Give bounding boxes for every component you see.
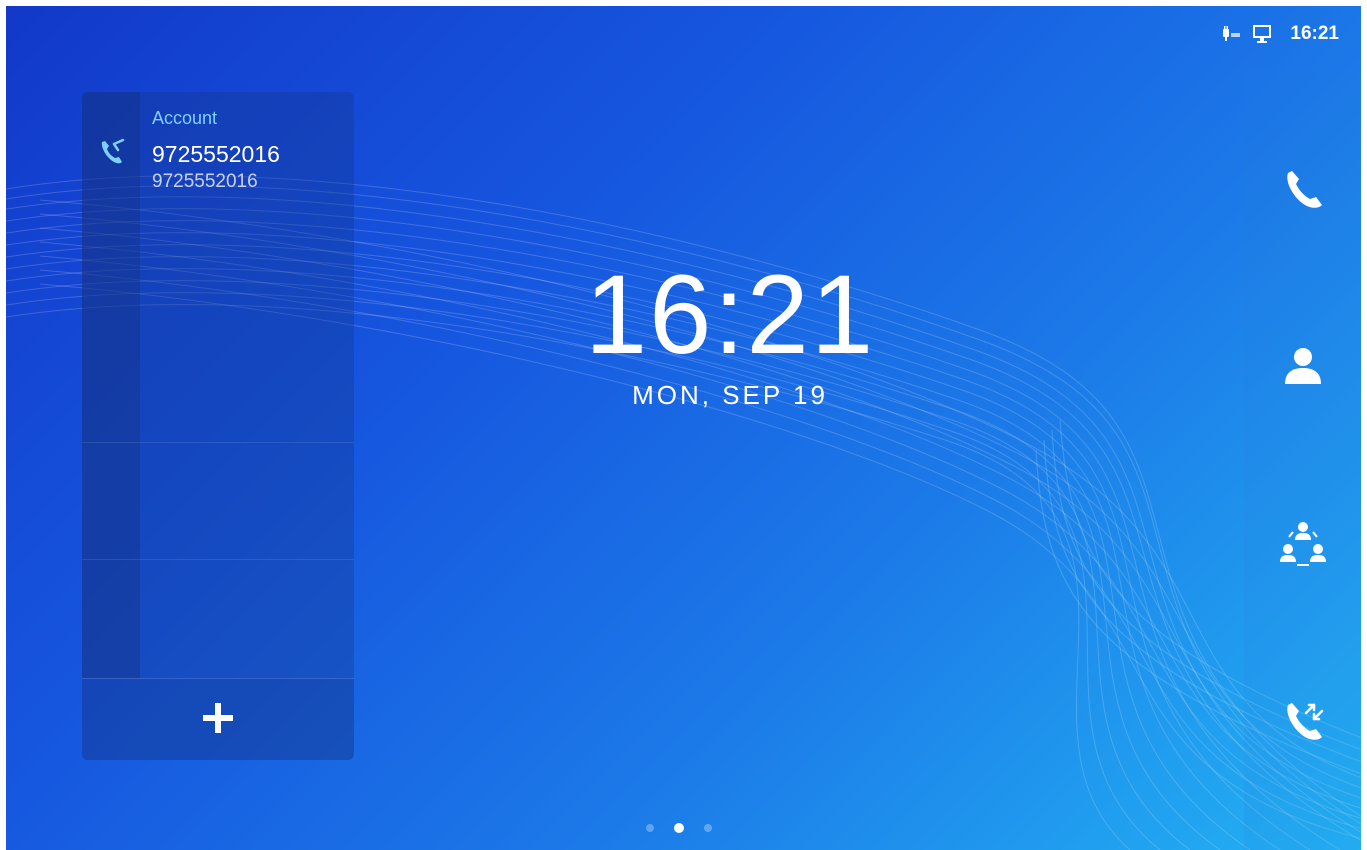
page-dot[interactable]	[646, 824, 654, 832]
clock-date: MON, SEP 19	[632, 380, 828, 410]
account-number: 9725552016	[152, 171, 258, 192]
phone-icon	[1280, 167, 1326, 218]
account-name: 9725552016	[152, 141, 280, 167]
screen-border-top	[0, 0, 1367, 6]
status-time: 16:21	[1290, 23, 1339, 44]
plus-icon	[201, 701, 235, 740]
account-item[interactable]: Account 9725552016 9725552016	[82, 92, 354, 192]
phone-account-icon	[96, 136, 128, 168]
call-history-icon	[1280, 697, 1326, 748]
call-history-button[interactable]	[1244, 677, 1361, 767]
account-slot-empty[interactable]	[82, 559, 354, 679]
contacts-button[interactable]	[1244, 323, 1361, 413]
account-label: Account	[152, 108, 218, 128]
page-dot[interactable]	[704, 824, 712, 832]
conference-icon	[1278, 518, 1328, 573]
account-slot-empty[interactable]	[82, 442, 354, 560]
screen-border-right	[1361, 0, 1367, 850]
status-bar: 16:21	[1220, 6, 1339, 62]
account-widget: Account 9725552016 9725552016	[82, 92, 354, 760]
add-account-button[interactable]	[82, 678, 354, 760]
clock-time: 16:21	[584, 252, 876, 377]
poe-power-icon	[1220, 23, 1242, 45]
page-indicator	[646, 823, 712, 833]
conference-button[interactable]	[1244, 500, 1361, 590]
screen-border-left	[0, 0, 6, 850]
network-connected-icon	[1252, 23, 1274, 45]
contact-icon	[1281, 344, 1325, 393]
dial-button[interactable]	[1244, 147, 1361, 237]
side-dock	[1244, 70, 1361, 850]
page-dot-active[interactable]	[674, 823, 684, 833]
